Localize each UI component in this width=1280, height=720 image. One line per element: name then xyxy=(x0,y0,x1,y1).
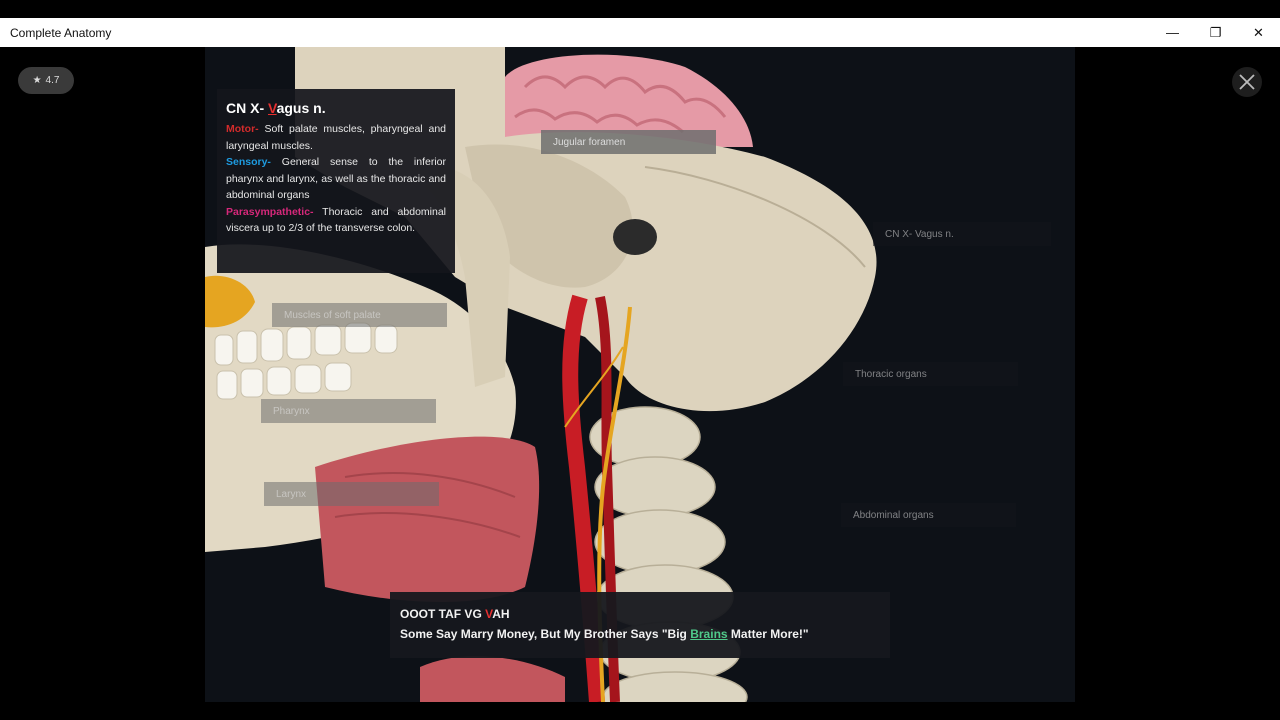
close-icon: ✕ xyxy=(1253,24,1264,40)
mnemonic-line-2-prefix: Some Say Marry Money, But My Brother Say… xyxy=(400,627,691,641)
sensory-text: Sensory- General sense to the inferior p… xyxy=(226,154,446,204)
label-pharynx[interactable]: Pharynx xyxy=(261,399,436,423)
minimize-button[interactable]: — xyxy=(1151,18,1194,47)
label-muscles-soft-palate[interactable]: Muscles of soft palate xyxy=(272,303,447,327)
app-area: ★ 4.7 CN X- Vagus n. Motor- Soft palate … xyxy=(0,47,1280,702)
mnemonic-line-2: Some Say Marry Money, But My Brother Say… xyxy=(400,624,880,644)
label-jugular-foramen[interactable]: Jugular foramen xyxy=(541,130,716,154)
motor-text: Motor- Soft palate muscles, pharyngeal a… xyxy=(226,121,446,154)
mnemonic-line-2-accent: Brains xyxy=(690,627,728,641)
label-larynx[interactable]: Larynx xyxy=(264,482,439,506)
mnemonic-line-1: OOOT TAF VG VAH xyxy=(400,604,880,624)
window-controls: — ❐ ✕ xyxy=(1151,18,1280,47)
star-icon: ★ xyxy=(32,75,42,86)
anatomy-viewport[interactable]: CN X- Vagus n. Motor- Soft palate muscle… xyxy=(205,47,1075,702)
nerve-info-card: CN X- Vagus n. Motor- Soft palate muscle… xyxy=(217,89,455,273)
mnemonic-line-1-suffix: AH xyxy=(492,607,510,621)
nerve-title: CN X- Vagus n. xyxy=(226,99,446,117)
close-view-button[interactable] xyxy=(1232,67,1262,97)
restore-icon: ❐ xyxy=(1209,24,1222,40)
nerve-title-suffix: agus n. xyxy=(276,100,326,116)
sensory-label: Sensory- xyxy=(226,156,271,168)
mnemonic-line-2-suffix: Matter More!" xyxy=(727,627,809,641)
nerve-title-prefix: CN X- xyxy=(226,100,268,116)
label-abdominal-organs[interactable]: Abdominal organs xyxy=(841,503,1016,527)
parasympathetic-label: Parasympathetic- xyxy=(226,205,314,218)
motor-description: Soft palate muscles, pharyngeal and lary… xyxy=(226,123,446,152)
nerve-title-accent: V xyxy=(268,100,277,116)
minimize-icon: — xyxy=(1166,25,1179,40)
parasympathetic-text: Parasympathetic- Thoracic and abdominal … xyxy=(226,204,446,237)
mnemonic-card: OOOT TAF VG VAH Some Say Marry Money, Bu… xyxy=(390,592,890,658)
window-title: Complete Anatomy xyxy=(10,25,112,40)
top-letterbox xyxy=(0,0,1280,18)
close-window-button[interactable]: ✕ xyxy=(1237,18,1280,47)
rating-value: 4.7 xyxy=(45,75,60,86)
bottom-letterbox xyxy=(0,702,1280,720)
restore-button[interactable]: ❐ xyxy=(1194,18,1237,47)
title-bar: Complete Anatomy — ❐ ✕ xyxy=(0,18,1280,47)
close-x-icon xyxy=(1239,74,1255,90)
rating-badge[interactable]: ★ 4.7 xyxy=(18,67,74,94)
label-cn-x-vagus[interactable]: CN X- Vagus n. xyxy=(873,222,1051,246)
motor-label: Motor- xyxy=(226,123,259,135)
mnemonic-line-1-prefix: OOOT TAF VG xyxy=(400,607,486,621)
label-thoracic-organs[interactable]: Thoracic organs xyxy=(843,362,1018,386)
